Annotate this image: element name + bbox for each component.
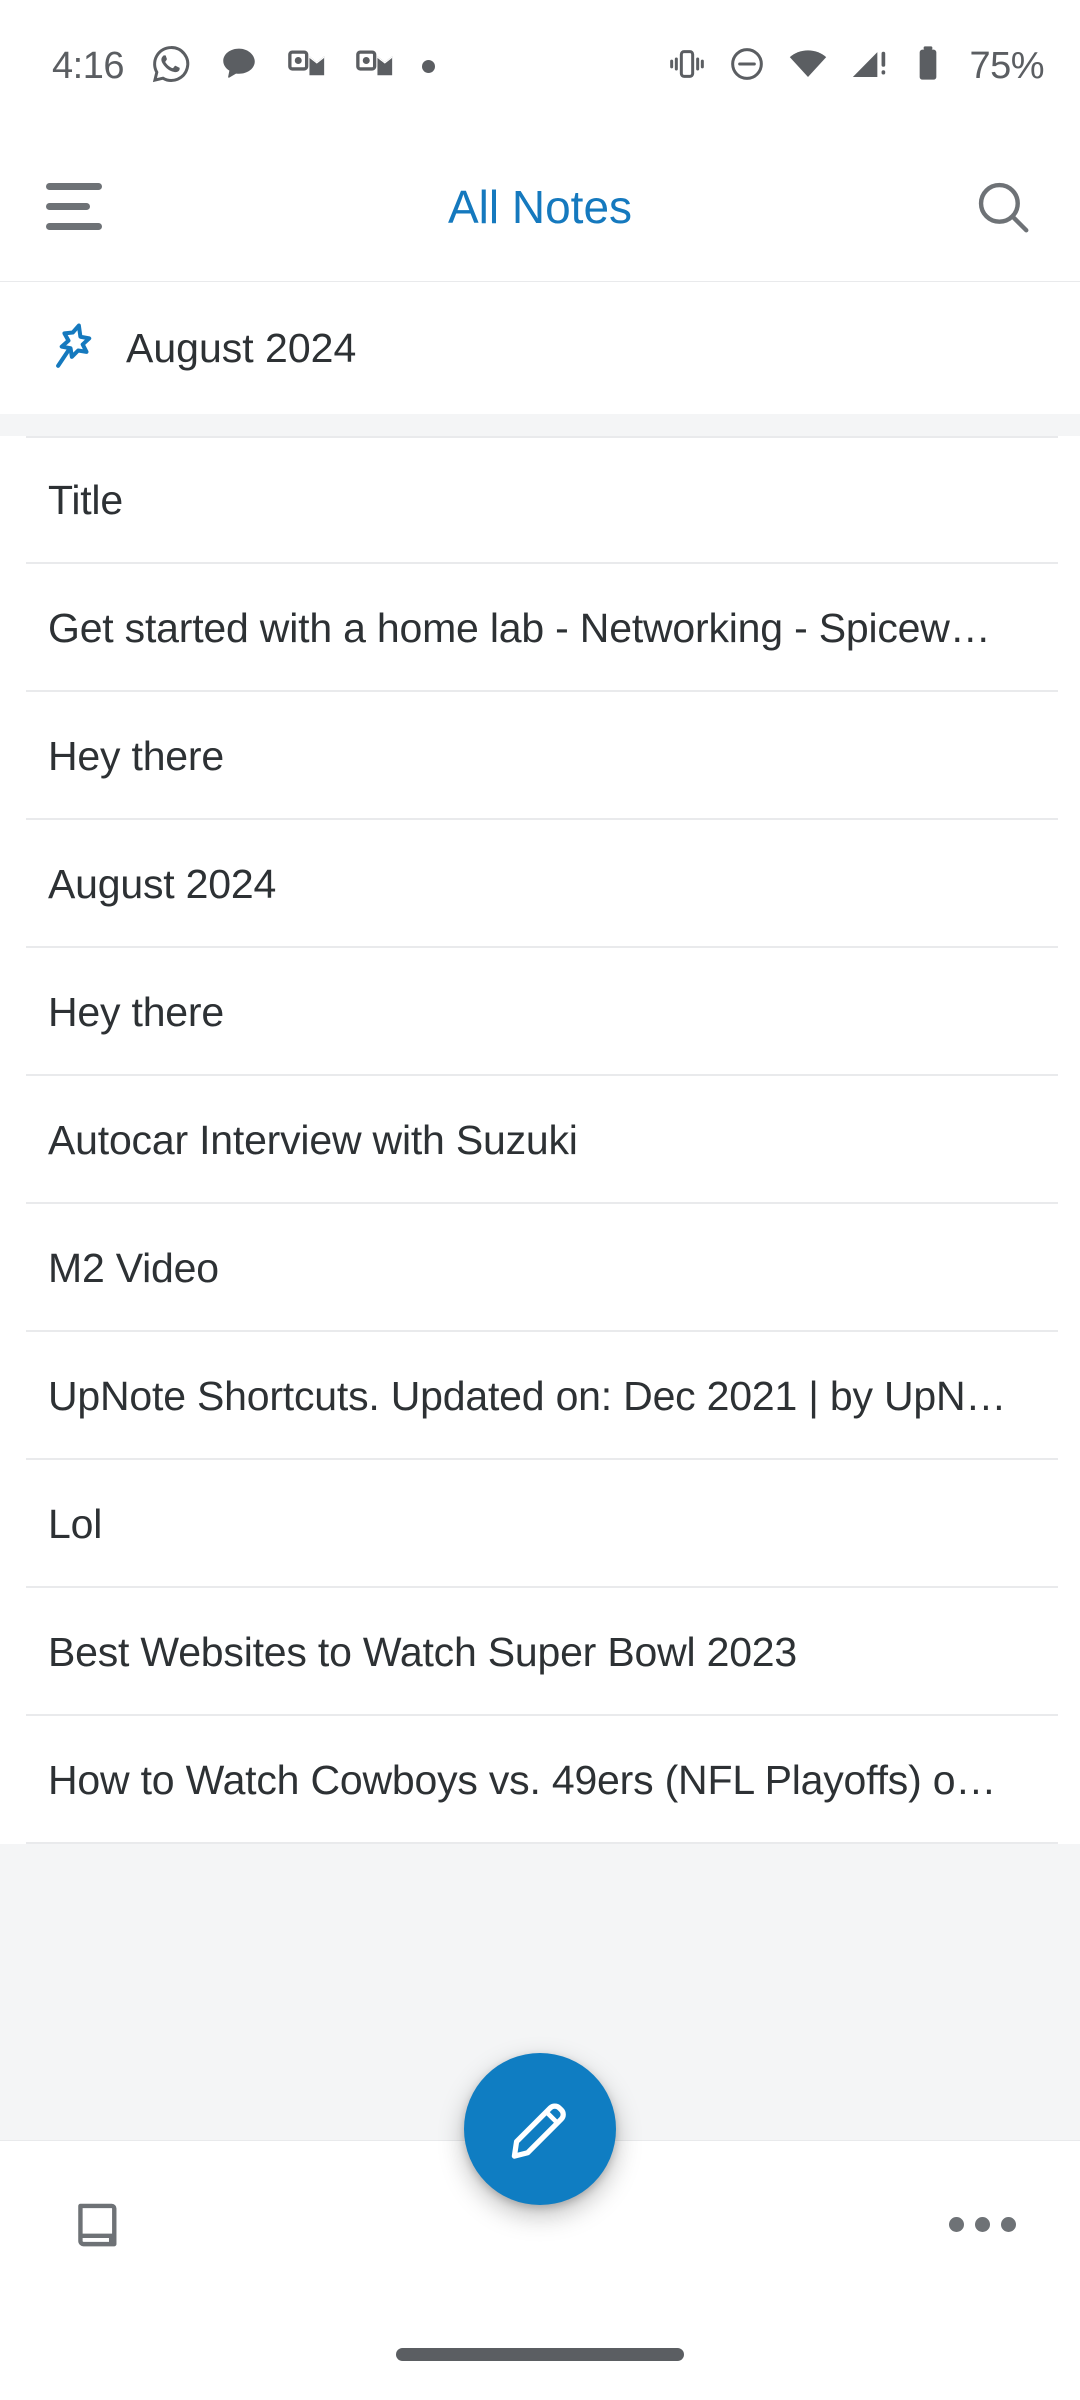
note-title: M2 Video [48,1244,219,1291]
pin-icon [46,319,100,378]
list-top-spacer [0,414,1080,436]
pencil-icon [511,2103,566,2159]
note-title: Autocar Interview with Suzuki [48,1116,578,1163]
note-list-item[interactable]: M2 Video [0,1204,1080,1332]
status-bar-left: 4:16 [52,43,435,90]
chat-bubble-icon [218,43,260,90]
notes-list-container[interactable]: Title Get started with a home lab - Netw… [0,414,1080,2140]
hamburger-line [46,183,102,190]
battery-percent-label: 75% [969,44,1044,87]
note-list-item[interactable]: Autocar Interview with Suzuki [0,1076,1080,1204]
more-dots-icon [948,2217,1016,2232]
notification-dot-icon [421,59,435,73]
status-bar-right: 75% [667,43,1044,90]
wifi-icon [787,43,829,90]
bottom-nav-bar [0,2053,1080,2308]
note-list-item[interactable]: Hey there [0,692,1080,820]
hamburger-menu-icon[interactable] [46,176,108,238]
note-title: Title [48,476,123,523]
dot [1000,2217,1016,2232]
notes-list: Title Get started with a home lab - Netw… [0,436,1080,1844]
note-title: Lol [48,1500,103,1547]
dot [974,2217,990,2232]
note-list-item[interactable]: Lol [0,1460,1080,1588]
hamburger-line [46,223,102,230]
note-list-item[interactable]: Get started with a home lab - Networking… [0,564,1080,692]
whatsapp-icon [150,43,192,90]
page-title: All Notes [447,180,633,233]
note-list-item[interactable]: How to Watch Cowboys vs. 49ers (NFL Play… [0,1716,1080,1844]
phone-screen: 4:16 75% All Notes August 2024 Title Get… [0,0,1080,2400]
note-title: August 2024 [48,860,277,907]
status-clock: 4:16 [52,44,124,87]
vibrate-icon [667,44,707,89]
note-title: How to Watch Cowboys vs. 49ers (NFL Play… [48,1756,997,1803]
status-bar: 4:16 75% [0,0,1080,132]
search-icon[interactable] [970,174,1036,240]
system-gesture-area [0,2308,1080,2400]
notebook-icon[interactable] [52,2179,144,2271]
cellular-signal-alert-icon [849,43,891,90]
dot [948,2217,964,2232]
pinned-note-row[interactable]: August 2024 [0,282,1080,414]
app-bar: All Notes [0,132,1080,282]
new-note-fab[interactable] [464,2053,616,2205]
battery-icon [911,44,945,89]
note-list-item[interactable]: Title [0,436,1080,564]
note-list-item[interactable]: UpNote Shortcuts. Updated on: Dec 2021 |… [0,1332,1080,1460]
note-list-item[interactable]: Best Websites to Watch Super Bowl 2023 [0,1588,1080,1716]
outlook-icon [286,43,328,90]
home-gesture-bar[interactable] [396,2347,684,2361]
more-options-button[interactable] [936,2179,1028,2271]
note-title: Get started with a home lab - Networking… [48,604,991,651]
outlook-icon [354,43,396,90]
do-not-disturb-icon [727,44,767,89]
note-list-item[interactable]: Hey there [0,948,1080,1076]
note-list-item[interactable]: August 2024 [0,820,1080,948]
note-title: UpNote Shortcuts. Updated on: Dec 2021 |… [48,1372,1007,1419]
note-title: Hey there [48,732,224,779]
note-title: Hey there [48,988,224,1035]
hamburger-line [46,203,90,210]
pinned-note-label: August 2024 [126,324,357,371]
note-title: Best Websites to Watch Super Bowl 2023 [48,1628,797,1675]
